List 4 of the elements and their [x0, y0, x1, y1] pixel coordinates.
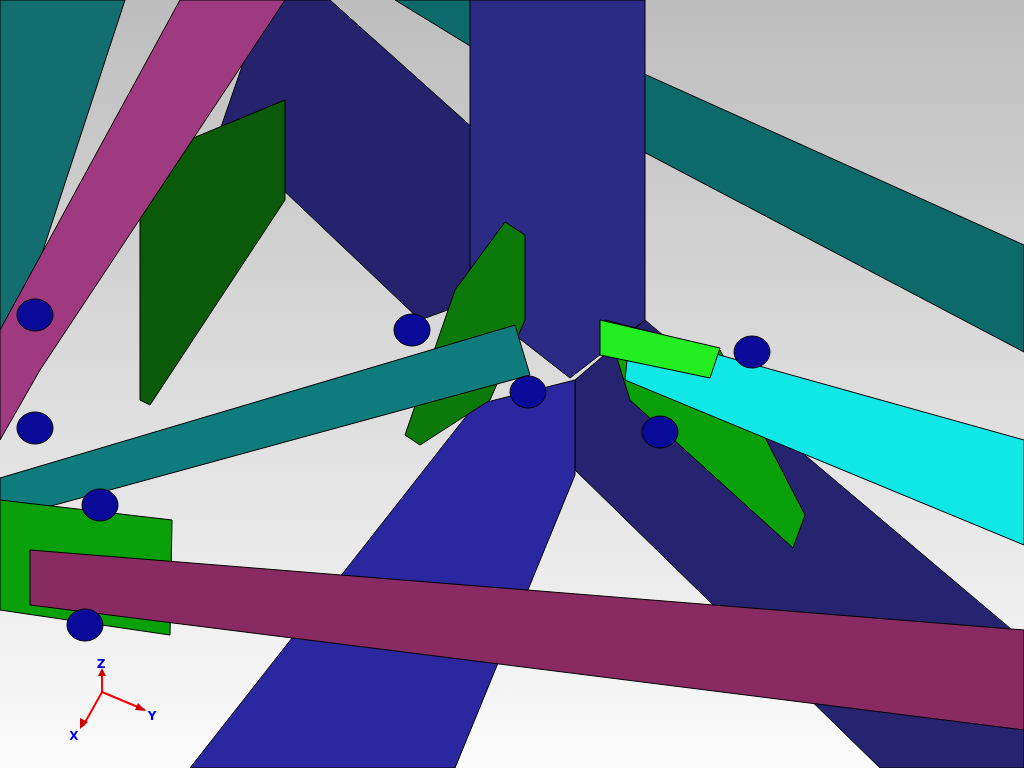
axis-label: X: [69, 729, 79, 743]
axis-label: Z: [96, 657, 106, 671]
axis-label: Y: [147, 709, 157, 723]
axis-arrows-icon: [80, 668, 146, 729]
